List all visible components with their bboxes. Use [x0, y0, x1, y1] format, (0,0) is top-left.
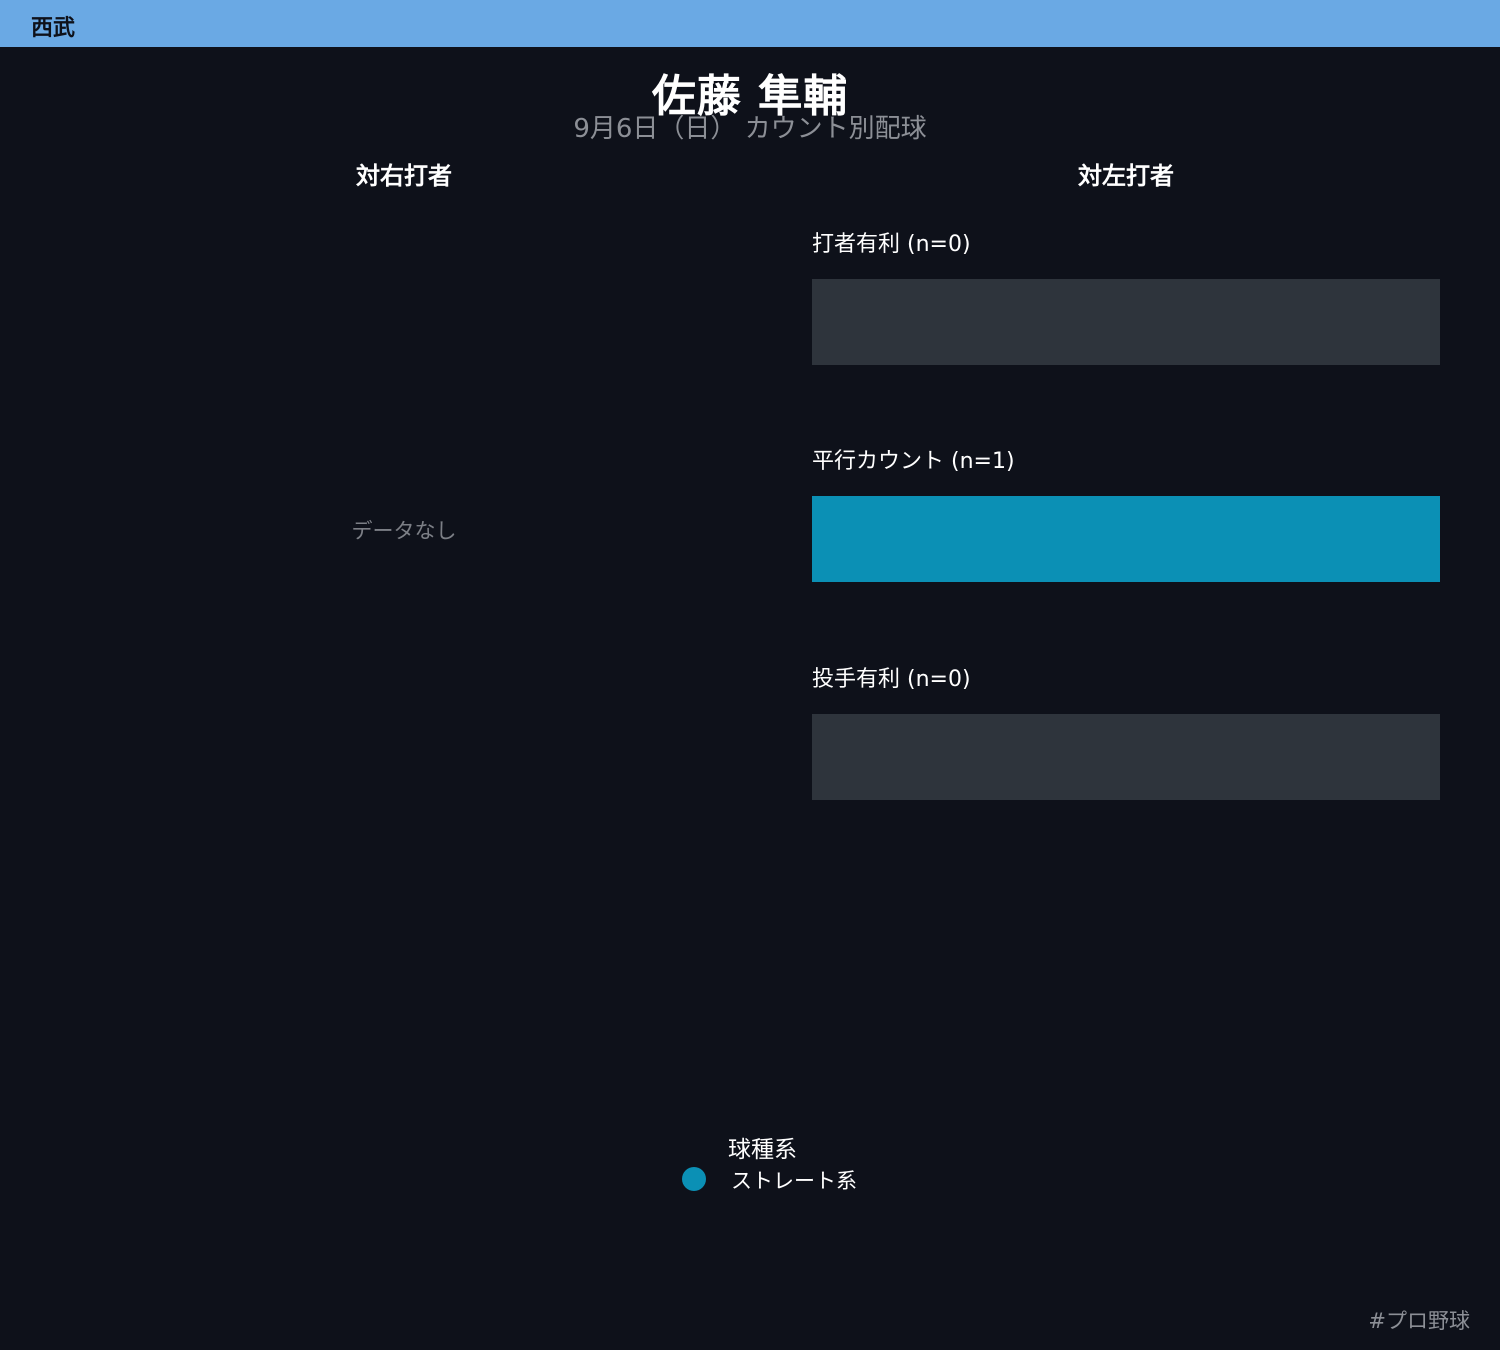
team-header-bar: 西武: [0, 0, 1500, 47]
bar-track: [812, 279, 1440, 365]
panel-title-vs-left-batter: 対左打者: [1078, 162, 1174, 190]
category-label: 平行カウント (n=1): [812, 449, 1015, 474]
hashtag-label: #プロ野球: [1368, 1309, 1470, 1333]
panel-title-vs-right-batter: 対右打者: [356, 162, 452, 190]
category-label: 投手有利 (n=0): [812, 667, 971, 692]
team-name: 西武: [31, 16, 76, 41]
bar-segment: [812, 496, 1440, 582]
chart-subtitle: 9月6日（日） カウント別配球: [573, 114, 927, 144]
no-data-message: データなし: [351, 519, 457, 543]
bar-track: [812, 496, 1440, 582]
legend-label: ストレート系: [731, 1169, 857, 1193]
legend-marker: [682, 1167, 706, 1191]
category-label: 打者有利 (n=0): [812, 232, 971, 257]
legend-title: 球種系: [728, 1137, 797, 1163]
bar-track: [812, 714, 1440, 800]
legend-item: ストレート系: [682, 1165, 922, 1193]
